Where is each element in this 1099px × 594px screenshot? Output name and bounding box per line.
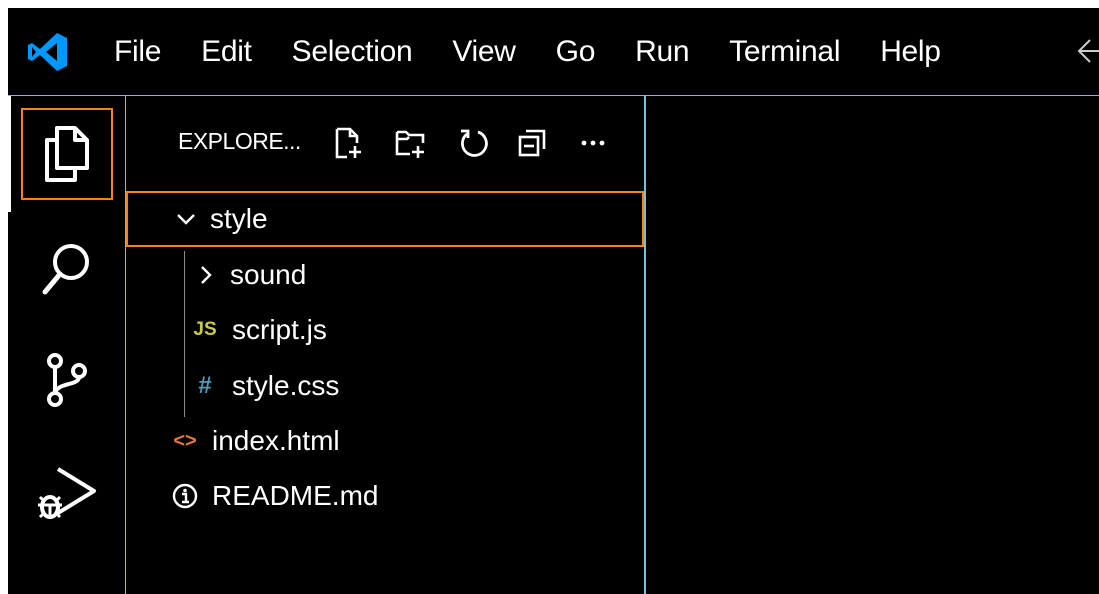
tree-file-readme-md[interactable]: README.md: [126, 468, 644, 524]
info-icon: [172, 483, 198, 509]
menu-edit[interactable]: Edit: [201, 35, 272, 69]
activity-bar: [8, 96, 126, 594]
explorer-icon: [45, 126, 89, 182]
chevron-down-icon: [177, 214, 195, 225]
arrow-left-icon[interactable]: [1076, 34, 1099, 68]
chevron-right-icon: [201, 266, 212, 284]
run-debug-icon: [38, 467, 96, 519]
explorer-title: EXPLORE...: [178, 128, 301, 154]
source-control-icon: [47, 353, 87, 407]
more-actions-icon[interactable]: [576, 126, 610, 160]
menu-file[interactable]: File: [114, 35, 181, 69]
collapse-all-icon[interactable]: [516, 126, 550, 160]
editor-area[interactable]: [646, 96, 1099, 594]
menu-help[interactable]: Help: [880, 35, 961, 69]
search-icon: [42, 244, 89, 295]
tree-folder-label: sound: [230, 259, 307, 290]
refresh-icon[interactable]: [456, 126, 490, 160]
html-file-icon: <>: [173, 429, 197, 452]
menu-bar: File Edit Selection View Go Run Terminal…: [114, 8, 981, 95]
tree-folder-sound[interactable]: sound: [126, 247, 644, 303]
activity-source-control[interactable]: [21, 334, 113, 426]
css-file-icon: #: [198, 372, 212, 399]
active-view-indicator: [8, 96, 11, 212]
javascript-file-icon: JS: [193, 319, 217, 340]
explorer-header: EXPLORE...: [126, 96, 644, 182]
tree-file-label: script.js: [232, 314, 327, 345]
tree-file-index-html[interactable]: <> index.html: [126, 413, 644, 469]
tree-folder-label: style: [210, 203, 268, 234]
menu-terminal[interactable]: Terminal: [729, 35, 860, 69]
menu-go[interactable]: Go: [556, 35, 615, 69]
vscode-window: File Edit Selection View Go Run Terminal…: [8, 8, 1099, 594]
explorer-sidebar: EXPLORE... style sound JS script.js # st…: [126, 96, 646, 594]
tree-file-script-js[interactable]: JS script.js: [126, 302, 644, 358]
menu-view[interactable]: View: [452, 35, 535, 69]
tree-file-label: style.css: [232, 370, 340, 401]
new-file-icon[interactable]: [331, 126, 365, 160]
menu-selection[interactable]: Selection: [292, 35, 433, 69]
activity-explorer[interactable]: [21, 108, 113, 200]
title-bar: File Edit Selection View Go Run Terminal…: [8, 8, 1099, 96]
tree-folder-style[interactable]: style: [126, 191, 644, 247]
activity-run-debug[interactable]: [21, 448, 113, 540]
tree-file-style-css[interactable]: # style.css: [126, 358, 644, 414]
tree-file-label: README.md: [212, 480, 379, 511]
tree-file-label: index.html: [212, 425, 340, 456]
new-folder-icon[interactable]: [394, 126, 428, 160]
activity-search[interactable]: [21, 222, 113, 314]
menu-run[interactable]: Run: [635, 35, 709, 69]
vscode-logo: [28, 33, 67, 71]
